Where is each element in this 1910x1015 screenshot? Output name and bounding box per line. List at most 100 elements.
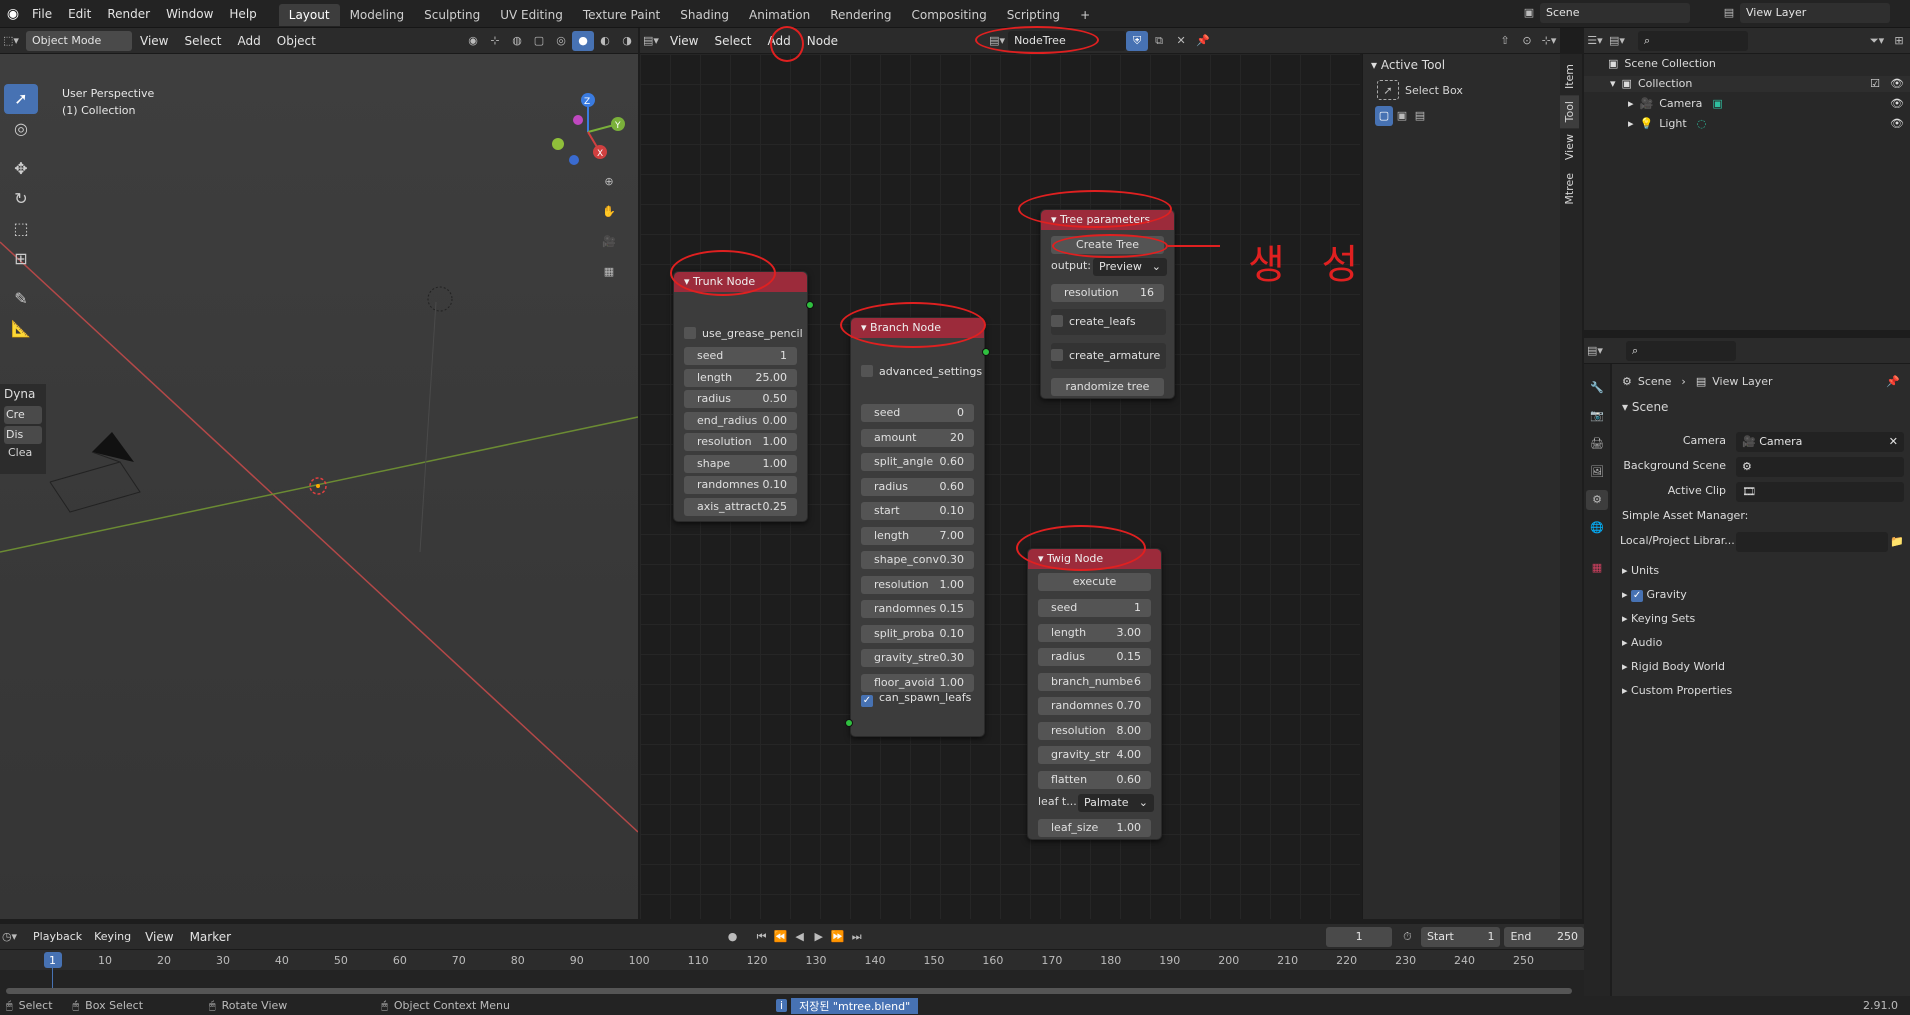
branch-split-proba-field[interactable]: split_proba 0.10 — [861, 624, 974, 643]
editor-type-3d-icon[interactable]: ⬚▾ — [0, 31, 22, 51]
view-layer-props-icon[interactable]: 🖼 — [1586, 462, 1608, 482]
cursor-tool[interactable]: ◎ — [4, 114, 38, 144]
eye-icon[interactable]: 👁 — [1890, 96, 1904, 112]
menu-help[interactable]: Help — [221, 0, 264, 28]
branch-seed-field[interactable]: seed 0 — [861, 404, 974, 422]
annotate-tool[interactable]: ✎ — [4, 284, 38, 314]
shading-material-icon[interactable]: ◐ — [594, 31, 616, 51]
trunk-seed-field[interactable]: seed 1 — [684, 347, 797, 365]
branch-amount-field[interactable]: amount 20 — [861, 428, 974, 447]
render-props-icon[interactable]: 📷 — [1586, 406, 1608, 426]
end-frame-field[interactable]: End 250 — [1504, 926, 1584, 947]
viewport-menu-object[interactable]: Object — [269, 27, 324, 55]
tab-uv-editing[interactable]: UV Editing — [490, 4, 573, 26]
custom-properties-panel[interactable]: ▸ Custom Properties — [1622, 684, 1732, 697]
tab-rendering[interactable]: Rendering — [820, 4, 901, 26]
editor-type-properties-icon[interactable]: ▤▾ — [1584, 341, 1606, 361]
parent-tree-icon[interactable]: ⇧ — [1494, 31, 1516, 51]
twig-gravity-str-field[interactable]: gravity_str 4.00 — [1038, 746, 1151, 764]
shading-rendered-icon[interactable]: ◑ — [616, 31, 638, 51]
can-spawn-leafs-checkbox[interactable]: ✓ can_spawn_leafs — [861, 689, 971, 707]
pin-icon[interactable]: 📌 — [1192, 31, 1214, 51]
timeline-menu-marker[interactable]: Marker — [182, 923, 239, 951]
camera-field[interactable]: 🎥 Camera ✕ — [1736, 432, 1904, 452]
scale-tool[interactable]: ⬚ — [4, 214, 38, 244]
trunk-shape-field[interactable]: shape 1.00 — [684, 454, 797, 473]
branch-gravity-stre-field[interactable]: gravity_stre 0.30 — [861, 649, 974, 667]
scene-selector[interactable]: Scene — [1540, 3, 1690, 23]
trunk-node[interactable]: ▾ Trunk Node use_grease_pencil seed 1 leng… — [673, 271, 808, 522]
tool-settings-icon[interactable]: 🔧 — [1586, 378, 1608, 398]
editor-type-timeline-icon[interactable]: ◷▾ — [0, 927, 19, 947]
branch-start-field[interactable]: start 0.10 — [861, 502, 974, 520]
timeline-ruler[interactable]: 1 10 20 30 40 50 60 70 80 90 100 110 120 130 140 150 160… — [0, 950, 1584, 970]
output-dropdown[interactable]: Preview ⌄ — [1093, 258, 1167, 276]
navigation-gizmo[interactable]: Z Y X — [548, 88, 632, 172]
close-icon[interactable]: ✕ — [1889, 432, 1898, 452]
measure-tool[interactable]: 📐 — [4, 314, 38, 344]
select-new-icon[interactable]: ▢ — [1375, 106, 1393, 126]
fake-user-shield-icon[interactable]: ⛨ — [1126, 30, 1149, 51]
rigid-body-world-panel[interactable]: ▸ Rigid Body World — [1622, 660, 1725, 673]
tab-texture-paint[interactable]: Texture Paint — [573, 4, 670, 26]
randomize-tree-button[interactable]: randomize tree — [1051, 378, 1164, 396]
xray-icon[interactable]: ▢ — [528, 31, 550, 51]
tab-animation[interactable]: Animation — [739, 4, 820, 26]
trunk-resolution-field[interactable]: resolution 1.00 — [684, 433, 797, 451]
branch-resolution-field[interactable]: resolution 1.00 — [861, 575, 974, 594]
execute-button[interactable]: execute — [1038, 573, 1151, 591]
trunk-axis-attract-field[interactable]: axis_attract 0.25 — [684, 497, 797, 516]
branch-input-socket[interactable] — [845, 719, 853, 727]
record-icon[interactable]: ● — [723, 927, 742, 947]
checkbox-icon[interactable]: ☑ — [1870, 76, 1880, 92]
visibility-icon[interactable]: ◉ — [462, 31, 484, 51]
units-panel[interactable]: ▸ Units — [1622, 564, 1659, 577]
add-workspace-button[interactable]: + — [1070, 4, 1100, 26]
display-mode-icon[interactable]: ▤▾ — [1606, 31, 1628, 51]
snap-settings-icon[interactable]: ⊹▾ — [1538, 31, 1560, 51]
menu-render[interactable]: Render — [99, 0, 158, 28]
twig-flatten-field[interactable]: flatten 0.60 — [1038, 770, 1151, 789]
trunk-end-radius-field[interactable]: end_radius 0.00 — [684, 411, 797, 430]
zoom-icon[interactable]: ⊕ — [598, 172, 620, 192]
branch-randomnes-field[interactable]: randomnes 0.15 — [861, 600, 974, 618]
node-menu-select[interactable]: Select — [706, 27, 759, 55]
node-menu-view[interactable]: View — [662, 27, 706, 55]
outliner-scene-collection[interactable]: ▣ Scene Collection — [1584, 56, 1910, 72]
outliner-collection[interactable]: ▾ ▣ Collection ☑ 👁 — [1584, 76, 1910, 92]
active-clip-field[interactable]: 🎞 — [1736, 482, 1904, 502]
background-scene-field[interactable]: ⚙ — [1736, 457, 1904, 477]
shading-wireframe-icon[interactable]: ◎ — [550, 31, 572, 51]
shading-solid-icon[interactable]: ● — [572, 30, 594, 51]
select-box-tool[interactable]: ➚ — [4, 84, 38, 114]
rotate-tool[interactable]: ↻ — [4, 184, 38, 214]
gizmo-toggle-icon[interactable]: ⊹ — [484, 31, 506, 51]
perspective-grid-icon[interactable]: ▦ — [598, 262, 620, 282]
sidebar-tab-mtree[interactable]: Mtree — [1560, 167, 1579, 211]
texture-props-icon[interactable]: ▦ — [1586, 558, 1608, 578]
tab-shading[interactable]: Shading — [670, 4, 739, 26]
next-keyframe-icon[interactable]: ⏩ — [828, 927, 847, 947]
viewport-menu-add[interactable]: Add — [230, 27, 269, 55]
branch-split-angle-field[interactable]: split_angle 0.60 — [861, 453, 974, 471]
local-library-field[interactable] — [1736, 532, 1888, 552]
snap-icon[interactable]: ⊙ — [1516, 31, 1538, 51]
twig-length-field[interactable]: length 3.00 — [1038, 623, 1151, 642]
scene-props-icon[interactable]: ⚙ — [1586, 490, 1608, 510]
mode-selector[interactable]: Object Mode — [26, 30, 132, 51]
trunk-length-field[interactable]: length 25.00 — [684, 368, 797, 387]
active-tool-panel-title[interactable]: ▾ Active Tool — [1363, 54, 1560, 76]
keying-sets-panel[interactable]: ▸ Keying Sets — [1622, 612, 1695, 625]
tab-modeling[interactable]: Modeling — [340, 4, 415, 26]
use-grease-pencil-checkbox[interactable]: use_grease_pencil — [684, 325, 803, 343]
node-menu-node[interactable]: Node — [799, 27, 846, 55]
playback-menu[interactable]: Playback — [27, 927, 88, 947]
play-icon[interactable]: ▶ — [809, 927, 828, 947]
timeline-menu-view[interactable]: View — [137, 923, 181, 951]
audio-panel[interactable]: ▸ Audio — [1622, 636, 1662, 649]
tab-layout[interactable]: Layout — [278, 4, 340, 26]
twig-branch-numbe-field[interactable]: branch_numbe 6 — [1038, 672, 1151, 691]
branch-output-socket[interactable] — [982, 348, 990, 356]
create-leafs-checkbox[interactable]: create_leafs — [1051, 313, 1136, 331]
timeline[interactable]: 1 10 20 30 40 50 60 70 80 90 100 110 120 130 140 150 160… — [0, 950, 1584, 996]
